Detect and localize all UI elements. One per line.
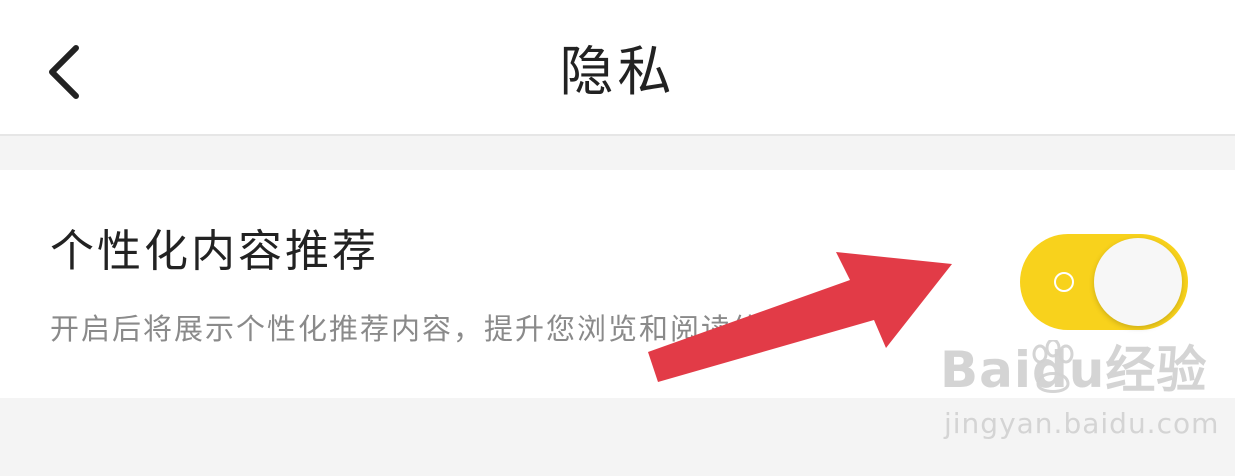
toggle-on-indicator [1054,272,1074,292]
setting-description: 开启后将展示个性化推荐内容，提升您浏览和阅读体验 [50,312,795,346]
top-app-bar: 隐私 [0,0,1235,136]
watermark-site: jingyan.baidu.com [944,407,1220,440]
personalized-recommendation-toggle[interactable] [1020,234,1188,330]
page-title: 隐私 [559,40,676,103]
setting-title: 个性化内容推荐 [50,226,379,277]
watermark-logo: Baidu经验 [940,341,1208,399]
toggle-knob [1094,238,1182,326]
baidu-jingyan-watermark: Baidu经验 jingyan.baidu.com [940,340,1220,460]
